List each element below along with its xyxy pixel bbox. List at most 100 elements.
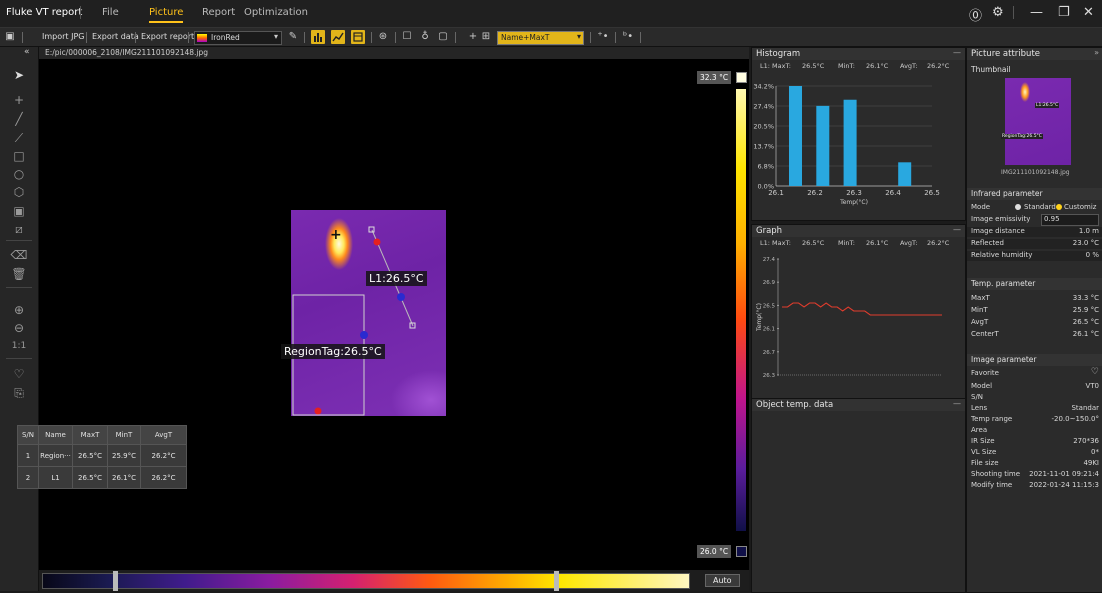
temperature-scale-bar[interactable] (736, 89, 746, 531)
radio-custom[interactable] (1056, 204, 1062, 210)
ellipse-tool-icon[interactable]: ○ (10, 166, 28, 182)
favorite-icon[interactable]: ♡ (10, 366, 28, 382)
zoom-out-icon[interactable]: ⊖ (10, 320, 28, 336)
menu-optimization[interactable]: Optimization (244, 7, 308, 18)
point-tool-icon[interactable]: + (10, 92, 28, 108)
rectangle-tool-icon[interactable]: □ (10, 148, 28, 164)
palette-range-bar: Auto (39, 570, 749, 591)
close-icon[interactable]: ✕ (1083, 5, 1094, 20)
cell-name: Region··· (38, 444, 73, 467)
favorite-heart-icon[interactable]: ♡ (1091, 367, 1099, 377)
save-icon[interactable]: ▣ (4, 31, 16, 43)
help-icon[interactable]: ⓪ (969, 5, 982, 24)
region-tool-icon[interactable]: ▣ (10, 203, 28, 219)
table-row[interactable]: 2 L1 26.5°C 26.1°C 26.2°C (17, 466, 187, 489)
collapse-icon[interactable]: — (953, 399, 961, 408)
table-row[interactable]: 1 Region··· 26.5°C 25.9°C 26.2°C (17, 444, 187, 467)
attr-value: 2022-01-24 11:15:3 (1029, 481, 1099, 489)
attr-value: 0* (1091, 448, 1099, 456)
x-tick-label: 26.2 (807, 189, 823, 197)
polygon-tool-icon[interactable]: ⬡ (10, 184, 28, 200)
palette-tool-icon[interactable]: ✎ (287, 31, 299, 43)
file-path-bar: E:/pic/000006_2108/IMG211101092148.jpg (39, 47, 749, 59)
select-arrow-icon[interactable]: ➤ (10, 67, 28, 83)
auto-button[interactable]: Auto (705, 574, 740, 587)
fusion-icon[interactable]: ⊛ (377, 31, 389, 43)
reflected-row[interactable]: Reflected 23.0 °C (967, 239, 1102, 249)
divider (590, 32, 591, 43)
edit-note-icon[interactable]: ☐ (401, 31, 413, 43)
image-canvas[interactable]: + L1:26.5°C RegionTag:26.5°C 32.3 °C 26.… (39, 59, 749, 570)
humidity-row[interactable]: Relative humidity 0 % (967, 251, 1102, 261)
emissivity-label: Image emissivity (971, 215, 1031, 223)
export-report-button[interactable]: Export report (141, 32, 194, 41)
add-point-icon[interactable]: ⁺• (597, 31, 609, 43)
divider (188, 32, 189, 43)
attr-row: Favorite ♡ (967, 367, 1102, 379)
x-tick-label: 26.1 (768, 189, 784, 197)
infrared-section-header: Infrared parameter (967, 188, 1102, 200)
comment-icon[interactable]: ▢ (437, 31, 449, 43)
attr-key: Temp range (971, 415, 1013, 423)
eraser-icon[interactable]: ⌫ (10, 247, 28, 263)
scale-min-label[interactable]: 26.0 °C (697, 545, 732, 558)
mode-standard-label: Standard (1024, 203, 1056, 211)
measurement-line-l1[interactable] (291, 210, 446, 416)
menu-report[interactable]: Report (202, 7, 235, 18)
radio-standard[interactable] (1015, 204, 1021, 210)
palette-range-slider[interactable] (42, 571, 690, 591)
attr-row: VL Size 0* (967, 448, 1102, 458)
collapse-icon[interactable]: — (953, 225, 961, 234)
humidity-label: Relative humidity (971, 251, 1033, 259)
line-tool-icon[interactable]: ╱ (10, 111, 28, 127)
text-tool-icon[interactable]: ⧄ (10, 221, 28, 237)
distance-row[interactable]: Image distance 1.0 m (967, 227, 1102, 237)
graph-stats: L1: MaxT: 26.5°C MinT: 26.1°C AvgT: 26.2… (752, 239, 965, 249)
import-jpg-button[interactable]: Import JPG (42, 32, 84, 41)
cell-sn: 1 (17, 444, 39, 467)
thermal-image[interactable]: + L1:26.5°C RegionTag:26.5°C (281, 210, 446, 416)
divider (135, 32, 136, 43)
y-tick-label: 27.4 (763, 257, 776, 263)
reflected-value: 23.0 °C (1072, 239, 1099, 247)
label-mode-icon[interactable]: ⊞ (480, 31, 492, 43)
divider (455, 32, 456, 43)
voice-icon[interactable]: ♁ (419, 31, 431, 43)
scale-max-label[interactable]: 32.3 °C (697, 71, 732, 84)
range-high-handle[interactable] (554, 571, 559, 591)
menu-file[interactable]: File (102, 7, 119, 18)
table-toggle-icon[interactable] (351, 30, 365, 44)
menu-picture[interactable]: Picture (149, 7, 184, 23)
divider (86, 32, 87, 43)
palette-select[interactable]: IronRed ▾ (194, 31, 282, 45)
expand-icon[interactable]: » (1094, 48, 1099, 57)
minimize-icon[interactable]: — (1030, 5, 1043, 20)
y-tick-label: 26.9 (763, 280, 776, 286)
label-mode-select[interactable]: Name+MaxT ▾ (497, 31, 584, 45)
graph-toggle-icon[interactable] (331, 30, 345, 44)
stat-max-value: 26.5°C (802, 62, 825, 70)
zoom-in-icon[interactable]: ⊕ (10, 302, 28, 318)
image-section-header: Image parameter (967, 354, 1102, 366)
range-low-handle[interactable] (113, 571, 118, 591)
y-tick-label: 26.3 (763, 373, 776, 379)
polyline-tool-icon[interactable]: ⟋ (10, 130, 28, 146)
object-temp-title: Object temp. data (756, 400, 834, 410)
emissivity-input[interactable]: 0.95 (1041, 214, 1099, 226)
chevron-down-icon: ▾ (576, 32, 581, 41)
restore-icon[interactable]: ❐ (1058, 5, 1070, 20)
actual-size-icon[interactable]: 1:1 (10, 338, 28, 354)
export-image-icon[interactable]: ⎘ (10, 385, 28, 401)
collapse-icon[interactable]: — (953, 48, 961, 57)
delete-point-icon[interactable]: ᵇ• (622, 31, 634, 43)
histogram-toggle-icon[interactable] (311, 30, 325, 44)
export-data-button[interactable]: Export data (92, 32, 139, 41)
attr-value: 270*36 (1073, 437, 1099, 445)
crosshair-icon[interactable]: + (467, 31, 479, 43)
object-temp-panel: Object temp. data — (751, 398, 966, 593)
collapse-icon[interactable]: « (24, 47, 30, 57)
thumbnail-image[interactable]: L1:26.5°C RegionTag:26.5°C (1001, 78, 1071, 165)
trash-icon[interactable]: 🗑 (10, 266, 28, 282)
settings-icon[interactable]: ⚙ (992, 5, 1004, 20)
reflected-label: Reflected (971, 239, 1004, 247)
